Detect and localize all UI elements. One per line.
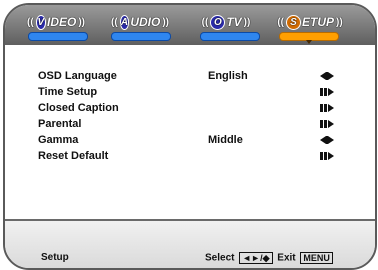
tab-label-setup-rest: ETUP — [301, 15, 334, 29]
left-right-icon[interactable] — [319, 71, 335, 81]
enter-icon[interactable] — [319, 119, 335, 129]
tab-bracket-right: )) — [336, 16, 343, 28]
menu-item-label: Gamma — [38, 134, 79, 146]
tab-audio[interactable]: (( A UDIO )) — [109, 14, 171, 30]
footer-exit-key: MENU — [300, 252, 333, 264]
bottom-status-bar: Setup Select ◄►/◆ Exit MENU — [5, 219, 375, 268]
footer-select-label: Select — [205, 252, 235, 264]
footer-exit-label: Exit — [277, 252, 296, 264]
tab-label-tv-rest: TV — [226, 15, 242, 29]
menu-item-closed-caption[interactable]: Closed Caption — [5, 101, 375, 115]
menu-item-osd-language[interactable]: OSD Language English — [5, 69, 375, 83]
tab-bracket-left: (( — [111, 16, 118, 28]
tab-label-audio-rest: UDIO — [130, 15, 161, 29]
tab-tv[interactable]: (( O TV )) — [195, 14, 257, 30]
menu-item-value: Middle — [208, 134, 243, 146]
menu-item-reset-default[interactable]: Reset Default — [5, 149, 375, 163]
tab-audio-underline — [111, 32, 171, 41]
enter-icon[interactable] — [319, 151, 335, 161]
tab-bracket-left: (( — [201, 16, 209, 28]
tab-cap-a: A — [119, 14, 130, 30]
footer-help: Select ◄►/◆ Exit MENU — [205, 252, 335, 265]
enter-icon[interactable] — [319, 103, 335, 113]
footer-select-keys: ◄►/◆ — [239, 252, 273, 264]
tab-setup-underline — [279, 32, 339, 44]
osd-screen: (( V IDEO )) (( A UDIO )) (( O TV )) ((… — [0, 0, 378, 270]
top-tab-bar: (( V IDEO )) (( A UDIO )) (( O TV )) ((… — [5, 5, 375, 45]
tab-cap-s: S — [285, 14, 301, 30]
menu-item-gamma[interactable]: Gamma Middle — [5, 133, 375, 147]
tab-video[interactable]: (( V IDEO )) — [25, 14, 87, 30]
osd-frame: (( V IDEO )) (( A UDIO )) (( O TV )) ((… — [3, 3, 377, 270]
menu-item-time-setup[interactable]: Time Setup — [5, 85, 375, 99]
tab-setup-indicator-arrow — [306, 40, 312, 44]
tab-bracket-right: )) — [243, 16, 251, 28]
tab-setup[interactable]: (( S ETUP )) — [275, 14, 345, 30]
tab-label-video-rest: IDEO — [46, 15, 77, 29]
menu-list: OSD Language English Time Setup Closed C… — [5, 45, 375, 223]
tab-bracket-right: )) — [78, 16, 85, 28]
menu-item-label: Reset Default — [38, 150, 109, 162]
menu-item-label: Parental — [38, 118, 82, 130]
left-right-icon[interactable] — [319, 135, 335, 145]
tab-bracket-left: (( — [277, 16, 284, 28]
menu-item-value: English — [208, 70, 248, 82]
menu-item-label: Closed Caption — [38, 102, 119, 114]
tab-tv-underline — [200, 32, 260, 41]
tab-bracket-right: )) — [162, 16, 169, 28]
enter-icon[interactable] — [319, 87, 335, 97]
tab-bracket-left: (( — [27, 16, 34, 28]
tab-cap-tv: O — [210, 14, 226, 30]
menu-item-label: Time Setup — [38, 86, 98, 98]
footer-title: Setup — [41, 252, 69, 263]
tab-video-underline — [28, 32, 88, 41]
menu-item-parental[interactable]: Parental — [5, 117, 375, 131]
menu-item-label: OSD Language — [38, 70, 117, 82]
tab-cap-v: V — [35, 14, 46, 30]
